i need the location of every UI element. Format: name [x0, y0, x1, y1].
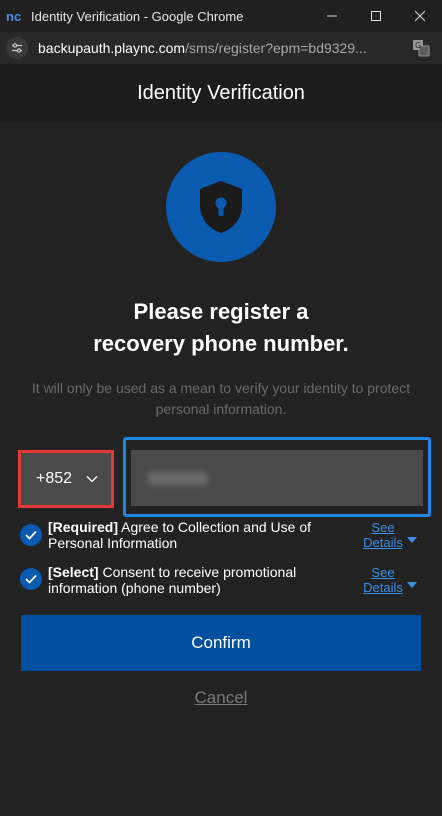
phone-input-highlight: [123, 437, 431, 517]
promotional-agreement-checkbox[interactable]: [20, 568, 42, 590]
see-details-line-2: Details: [363, 535, 403, 550]
translate-icon[interactable]: G: [410, 37, 432, 59]
check-icon: [25, 574, 37, 584]
required-see-details-link[interactable]: See Details: [358, 520, 408, 550]
shield-lock-icon: [166, 152, 276, 262]
confirm-button[interactable]: Confirm: [21, 615, 421, 671]
see-details-line-1: See: [371, 520, 395, 535]
browser-title-bar: nc Identity Verification - Google Chrome: [0, 0, 442, 32]
confirm-label: Confirm: [191, 633, 251, 652]
nc-logo-icon: nc: [6, 9, 26, 23]
see-details-line-2: Details: [363, 580, 403, 595]
check-icon: [25, 530, 37, 540]
maximize-icon: [371, 11, 381, 21]
site-info-icon[interactable]: [6, 37, 28, 59]
chevron-down-icon: [86, 475, 98, 483]
page-heading: Please register a recovery phone number.: [0, 296, 442, 360]
maximize-button[interactable]: [354, 0, 398, 32]
promotional-see-details-link[interactable]: See Details: [358, 565, 408, 595]
required-agreement-checkbox[interactable]: [20, 524, 42, 546]
minimize-icon: [327, 15, 337, 17]
page-title: Identity Verification: [137, 81, 305, 104]
heading-line-2: recovery phone number.: [93, 331, 349, 356]
minimize-button[interactable]: [310, 0, 354, 32]
country-code-value: +852: [36, 470, 73, 487]
select-tag: [Select]: [48, 564, 99, 580]
required-tag: [Required]: [48, 519, 118, 535]
dropdown-arrow-icon[interactable]: [407, 530, 417, 548]
close-icon: [415, 11, 425, 21]
main-content: Please register a recovery phone number.…: [0, 122, 442, 816]
dropdown-arrow-icon[interactable]: [407, 575, 417, 593]
url-path: /sms/register?epm=bd9329...: [185, 40, 367, 56]
address-bar[interactable]: backupauth.plaync.com/sms/register?epm=b…: [0, 32, 442, 64]
description-text: It will only be used as a mean to verify…: [31, 380, 411, 417]
see-details-line-1: See: [371, 565, 395, 580]
url-text[interactable]: backupauth.plaync.com/sms/register?epm=b…: [38, 40, 404, 56]
country-code-select[interactable]: +852: [18, 450, 114, 508]
redacted-phone-number: [148, 472, 208, 485]
page-header: Identity Verification: [0, 64, 442, 122]
promotional-agreement-label: [Select] Consent to receive promotional …: [48, 564, 348, 596]
heading-line-1: Please register a: [133, 299, 309, 324]
svg-text:G: G: [415, 41, 421, 50]
window-title: Identity Verification - Google Chrome: [31, 8, 244, 24]
cancel-label: Cancel: [194, 688, 248, 707]
required-agreement-label: [Required] Agree to Collection and Use o…: [48, 519, 348, 551]
cancel-link[interactable]: Cancel: [0, 688, 442, 708]
svg-text:nc: nc: [6, 10, 21, 22]
url-host: backupauth.plaync.com: [38, 40, 186, 56]
close-window-button[interactable]: [398, 0, 442, 32]
